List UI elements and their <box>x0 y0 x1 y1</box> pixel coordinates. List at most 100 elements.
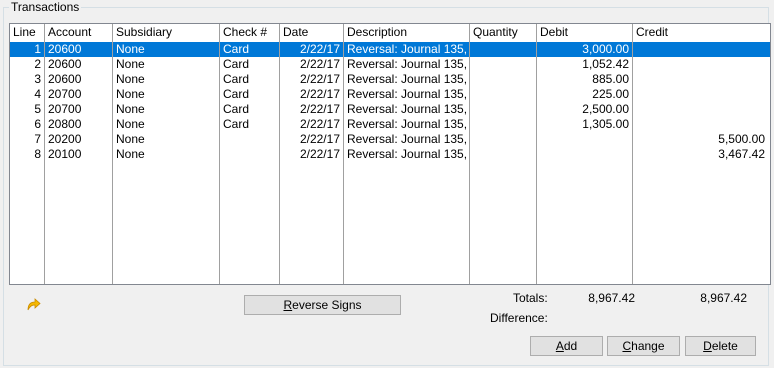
column-divider <box>469 24 470 284</box>
difference-label: Difference: <box>490 311 548 325</box>
cell-account: 20100 <box>48 147 82 161</box>
cell-debit: 2,500.00 <box>582 102 629 116</box>
cell-date: 2/22/17 <box>299 72 340 86</box>
cell-debit: 3,000.00 <box>582 42 629 56</box>
cell-description: Reversal: Journal 135, Re <box>347 102 469 116</box>
delete-button[interactable]: Delete <box>685 336 756 356</box>
cell-check: Card <box>223 87 250 101</box>
table-row[interactable]: 5 20700 None Card 2/22/17 Reversal: Journal 1… <box>10 102 770 117</box>
cell-description: Reversal: Journal 135, Re <box>347 72 469 86</box>
cell-account: 20600 <box>48 57 82 71</box>
column-header-description[interactable]: Description <box>344 24 469 41</box>
table-row[interactable]: 4 20700 None Card 2/22/17 Reversal: Journal 1… <box>10 87 770 102</box>
cell-check: Card <box>223 102 250 116</box>
cell-credit <box>633 72 768 87</box>
cell-line: 4 <box>34 87 41 101</box>
column-divider <box>343 24 344 284</box>
cell-credit <box>633 117 768 132</box>
grid-header: Line Account Subsidiary Check # Date Des… <box>10 24 770 41</box>
cell-line: 3 <box>34 72 41 86</box>
cell-line: 5 <box>34 102 41 116</box>
column-header-quantity[interactable]: Quantity <box>470 24 536 41</box>
cell-subsidiary: None <box>116 117 145 131</box>
column-header-date[interactable]: Date <box>280 24 343 41</box>
cell-check <box>220 132 279 147</box>
column-header-line[interactable]: Line <box>10 24 44 41</box>
column-header-check[interactable]: Check # <box>220 24 279 41</box>
curved-arrow-icon[interactable] <box>25 296 41 312</box>
cell-date: 2/22/17 <box>299 87 340 101</box>
credit-total: 8,967.42 <box>700 291 747 305</box>
cell-debit <box>537 147 632 162</box>
cell-subsidiary: None <box>116 147 145 161</box>
cell-credit <box>633 42 768 57</box>
table-row[interactable]: 1 20600 None Card 2/22/17 Reversal: Journal 1… <box>10 42 770 57</box>
cell-credit: 5,500.00 <box>718 132 765 146</box>
cell-line: 1 <box>34 42 41 56</box>
column-divider <box>536 24 537 284</box>
column-header-credit[interactable]: Credit <box>633 24 768 41</box>
cell-subsidiary: None <box>116 42 145 56</box>
cell-line: 7 <box>34 132 41 146</box>
column-divider <box>632 24 633 284</box>
cell-quantity <box>470 147 536 162</box>
cell-description: Reversal: Journal 135, Re <box>347 132 469 146</box>
cell-description: Reversal: Journal 135, Re <box>347 57 469 71</box>
cell-description: Reversal: Journal 135, Re <box>347 42 469 56</box>
transactions-grid[interactable]: Line Account Subsidiary Check # Date Des… <box>9 23 771 285</box>
cell-check: Card <box>223 42 250 56</box>
cell-credit <box>633 102 768 117</box>
cell-quantity <box>470 57 536 72</box>
column-header-subsidiary[interactable]: Subsidiary <box>113 24 219 41</box>
cell-line: 6 <box>34 117 41 131</box>
column-header-debit[interactable]: Debit <box>537 24 632 41</box>
cell-debit: 885.00 <box>592 72 629 86</box>
table-row[interactable]: 8 20100 None 2/22/17 Reversal: Journal 135, … <box>10 147 770 162</box>
table-row[interactable]: 6 20800 None Card 2/22/17 Reversal: Journal 1… <box>10 117 770 132</box>
cell-date: 2/22/17 <box>299 117 340 131</box>
cell-credit: 3,467.42 <box>718 147 765 161</box>
reverse-signs-button[interactable]: Reverse Signs <box>244 295 401 315</box>
table-row[interactable]: 7 20200 None 2/22/17 Reversal: Journal 135, … <box>10 132 770 147</box>
totals-label: Totals: <box>513 291 548 305</box>
cell-credit <box>633 57 768 72</box>
cell-date: 2/22/17 <box>299 147 340 161</box>
cell-check: Card <box>223 72 250 86</box>
group-title: Transactions <box>9 0 82 14</box>
table-row[interactable]: 3 20600 None Card 2/22/17 Reversal: Journal 1… <box>10 72 770 87</box>
cell-account: 20600 <box>48 72 82 86</box>
cell-description: Reversal: Journal 135, Re <box>347 147 469 161</box>
cell-account: 20800 <box>48 117 82 131</box>
cell-quantity <box>470 132 536 147</box>
cell-check: Card <box>223 117 250 131</box>
cell-subsidiary: None <box>116 87 145 101</box>
cell-quantity <box>470 117 536 132</box>
column-header-account[interactable]: Account <box>45 24 112 41</box>
cell-description: Reversal: Journal 135, Re <box>347 87 469 101</box>
cell-check: Card <box>223 57 250 71</box>
add-button[interactable]: Add <box>530 336 603 356</box>
column-divider <box>219 24 220 284</box>
cell-check <box>220 147 279 162</box>
table-row[interactable]: 2 20600 None Card 2/22/17 Reversal: Journal 1… <box>10 57 770 72</box>
cell-date: 2/22/17 <box>299 102 340 116</box>
cell-description: Reversal: Journal 135, Re <box>347 117 469 131</box>
cell-date: 2/22/17 <box>299 42 340 56</box>
change-button[interactable]: Change <box>607 336 680 356</box>
cell-account: 20700 <box>48 87 82 101</box>
column-divider <box>44 24 45 284</box>
column-divider <box>112 24 113 284</box>
cell-debit: 1,305.00 <box>582 117 629 131</box>
cell-quantity <box>470 87 536 102</box>
cell-subsidiary: None <box>116 102 145 116</box>
cell-account: 20700 <box>48 102 82 116</box>
cell-quantity <box>470 102 536 117</box>
cell-account: 20200 <box>48 132 82 146</box>
cell-quantity <box>470 72 536 87</box>
cell-debit: 1,052.42 <box>582 57 629 71</box>
cell-subsidiary: None <box>116 132 145 146</box>
cell-line: 8 <box>34 147 41 161</box>
cell-account: 20600 <box>48 42 82 56</box>
cell-date: 2/22/17 <box>299 57 340 71</box>
cell-debit: 225.00 <box>592 87 629 101</box>
